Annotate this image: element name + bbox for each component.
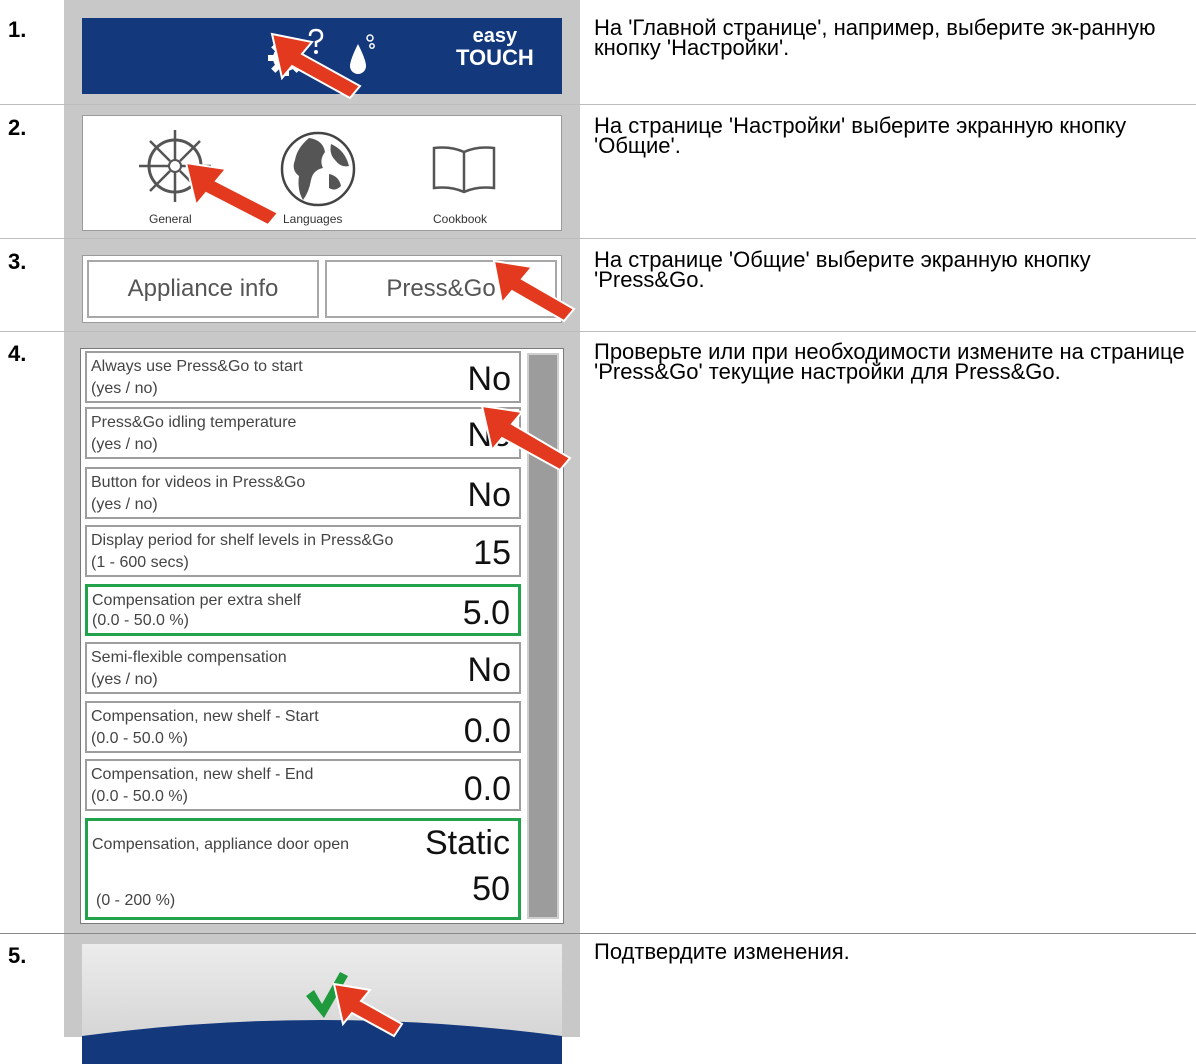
setting-row-compensation-extra-shelf[interactable]: Compensation per extra shelf (0.0 - 50.0… xyxy=(85,584,521,636)
logo-line-1: easy xyxy=(472,25,518,47)
pointer-arrow-icon xyxy=(184,161,280,227)
globe-icon[interactable] xyxy=(279,130,357,208)
confirm-panel xyxy=(82,944,562,1064)
setting-row-door-open-compensation[interactable]: Compensation, appliance door open (0 - 2… xyxy=(85,818,521,920)
setting-label: Semi-flexible compensation xyxy=(91,649,287,666)
setting-label: Press&Go idling temperature xyxy=(91,414,297,431)
setting-range: (yes / no) xyxy=(91,496,158,513)
setting-range: (yes / no) xyxy=(91,671,158,688)
setting-row-new-shelf-end[interactable]: Compensation, new shelf - End (0.0 - 50.… xyxy=(85,759,521,811)
general-page-tabs: Appliance info Press&Go xyxy=(82,255,562,323)
setting-value-mode: Static xyxy=(424,824,510,862)
logo-line-2: TOUCH xyxy=(456,45,534,70)
step-4-screenshot: Always use Press&Go to start (yes / no) … xyxy=(64,332,580,933)
setting-range: (1 - 600 secs) xyxy=(91,554,189,571)
easytouch-logo: easy TOUCH xyxy=(456,26,534,70)
pointer-arrow-icon xyxy=(480,404,572,472)
setting-range: (yes / no) xyxy=(91,436,158,453)
setting-value: 0.0 xyxy=(463,712,511,750)
setting-label: Display period for shelf levels in Press… xyxy=(91,532,394,549)
step-number-1: 1. xyxy=(8,17,27,42)
setting-label: Compensation per extra shelf xyxy=(92,592,301,609)
setting-value: 15 xyxy=(473,534,511,572)
setting-row-semi-flexible-compensation[interactable]: Semi-flexible compensation (yes / no) No xyxy=(85,642,521,694)
setting-label: Always use Press&Go to start xyxy=(91,358,303,375)
settings-page: General Languages Cookbook xyxy=(82,115,562,231)
step-5-screenshot xyxy=(64,934,580,1064)
setting-row-videos-button[interactable]: Button for videos in Press&Go (yes / no)… xyxy=(85,467,521,519)
tile-label-cookbook[interactable]: Cookbook xyxy=(433,212,487,226)
setting-range: (0 - 200 %) xyxy=(96,892,176,909)
step-number-2: 2. xyxy=(8,115,27,140)
setting-range: (0.0 - 50.0 %) xyxy=(92,612,189,629)
setting-value: No xyxy=(467,476,511,514)
setting-value-percent: 50 xyxy=(472,870,510,908)
step-5-instruction: Подтвердите изменения. xyxy=(594,939,850,964)
open-book-icon[interactable] xyxy=(431,144,497,194)
setting-range: (0.0 - 50.0 %) xyxy=(91,788,188,805)
step-2-screenshot: General Languages Cookbook xyxy=(64,105,580,238)
setting-range: (yes / no) xyxy=(91,380,158,397)
pointer-arrow-icon xyxy=(492,259,576,323)
setting-value: 0.0 xyxy=(463,770,511,808)
step-number-5: 5. xyxy=(8,943,27,968)
setting-row-new-shelf-start[interactable]: Compensation, new shelf - Start (0.0 - 5… xyxy=(85,701,521,753)
step-3-instruction: На странице 'Общие' выберите экранную кн… xyxy=(594,247,1091,292)
step-number-3: 3. xyxy=(8,249,27,274)
pointer-arrow-icon xyxy=(332,982,404,1038)
step-3-screenshot: Appliance info Press&Go xyxy=(64,239,580,331)
tile-label-languages[interactable]: Languages xyxy=(283,212,342,226)
setting-value: 5.0 xyxy=(462,594,510,632)
setting-label: Compensation, new shelf - End xyxy=(91,766,314,783)
step-2-instruction: На странице 'Настройки' выберите экранну… xyxy=(594,113,1127,158)
setting-value: No xyxy=(467,360,511,398)
setting-row-always-use-press-and-go[interactable]: Always use Press&Go to start (yes / no) … xyxy=(85,351,521,403)
setting-row-shelf-display-period[interactable]: Display period for shelf levels in Press… xyxy=(85,525,521,577)
step-number-4: 4. xyxy=(8,341,27,366)
setting-row-idling-temperature[interactable]: Press&Go idling temperature (yes / no) N… xyxy=(85,407,521,459)
setting-label: Compensation, new shelf - Start xyxy=(91,708,319,725)
pointer-arrow-icon xyxy=(270,32,362,100)
setting-label: Compensation, appliance door open xyxy=(92,836,350,853)
setting-range: (0.0 - 50.0 %) xyxy=(91,730,188,747)
step-1-instruction: На 'Главной странице', например, выберит… xyxy=(594,15,1156,60)
step-1-screenshot: easy TOUCH xyxy=(64,0,580,104)
step-4-instruction: Проверьте или при необходимости измените… xyxy=(594,339,1185,384)
tab-appliance-info[interactable]: Appliance info xyxy=(87,260,319,318)
setting-label: Button for videos in Press&Go xyxy=(91,474,306,491)
setting-value: No xyxy=(467,651,511,689)
